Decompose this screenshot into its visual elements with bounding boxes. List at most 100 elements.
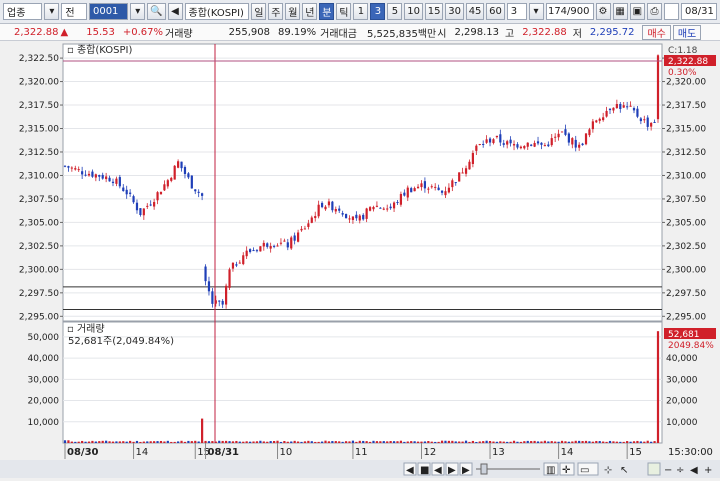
candle-body xyxy=(269,246,272,249)
interval-button-10[interactable]: 10 xyxy=(404,3,423,20)
interval-button-45[interactable]: 45 xyxy=(465,3,485,20)
volume-bar xyxy=(115,441,118,443)
candle-body xyxy=(276,245,279,247)
candle-body xyxy=(87,173,91,176)
volume-bar xyxy=(530,441,533,443)
tool-icon[interactable]: ⊹ xyxy=(604,465,612,476)
current-price: 2,322.88 xyxy=(14,26,59,38)
volume-bar xyxy=(286,441,289,443)
scroll-track[interactable] xyxy=(0,460,418,478)
candle-body xyxy=(101,174,104,179)
candle-body xyxy=(300,228,303,231)
volume-bar xyxy=(245,441,248,443)
zoom-slider-handle[interactable] xyxy=(480,463,488,475)
price-panel[interactable] xyxy=(62,43,663,322)
candle-body xyxy=(334,208,337,212)
chart-area[interactable]: 2,322.50 2,320.00 2,320.00 2,317.50 2,317.50… xyxy=(0,41,720,478)
interval-button-60[interactable]: 60 xyxy=(486,3,505,20)
interval-button-3[interactable]: 3 xyxy=(370,3,386,20)
volume-bar xyxy=(410,441,413,443)
interval-input[interactable]: 3 xyxy=(506,3,527,20)
market-select[interactable]: 업종 xyxy=(3,3,43,20)
candle-body xyxy=(135,202,139,211)
type-select[interactable]: 전 xyxy=(61,3,87,20)
chart-svg[interactable]: 2,322.50 2,320.00 2,320.00 2,317.50 2,317.50… xyxy=(0,41,720,478)
volume-tick-label-right: 20,000 xyxy=(666,397,698,407)
volume-bar xyxy=(177,441,180,443)
candle-body xyxy=(166,180,169,187)
settings-icon[interactable]: ⚙ xyxy=(595,3,611,20)
amount-value: 5,525,835백만 xyxy=(366,28,437,40)
search-icon[interactable]: 🔍 xyxy=(147,3,166,20)
volume-bar xyxy=(283,441,286,443)
last-price-label: 2,322.88 xyxy=(668,57,708,67)
color-button[interactable] xyxy=(647,462,661,476)
candle-body xyxy=(290,237,293,249)
volume-bar xyxy=(571,441,574,443)
volume-bar xyxy=(478,441,481,443)
period-tab-tick[interactable]: 틱 xyxy=(336,3,352,20)
volume-bar xyxy=(334,441,337,443)
open-value: 2,298.13 xyxy=(454,26,499,38)
period-tab-year[interactable]: 년 xyxy=(302,3,318,20)
volume-bar xyxy=(471,440,475,443)
candle-body xyxy=(619,103,622,110)
volume-bar xyxy=(122,441,125,443)
volume-bar xyxy=(427,441,430,443)
zoom-out-icon[interactable]: − xyxy=(664,465,672,476)
candle-body xyxy=(471,152,475,164)
volume-bar xyxy=(574,440,577,443)
volume-bar xyxy=(211,441,214,443)
candle-body xyxy=(543,145,546,147)
market-dropdown-icon[interactable]: ▾ xyxy=(44,3,60,20)
interval-button-5[interactable]: 5 xyxy=(387,3,403,20)
last-change-label: 0.30% xyxy=(668,68,697,78)
volume-bar xyxy=(314,441,317,443)
volume-bar xyxy=(248,441,252,443)
candle-body xyxy=(646,117,649,127)
candle-body xyxy=(612,107,615,111)
period-tab-month[interactable]: 월 xyxy=(285,3,301,20)
volume-bar xyxy=(101,440,104,443)
checkbox[interactable] xyxy=(664,3,679,20)
interval-dropdown-icon[interactable]: ▾ xyxy=(528,3,544,20)
code-input[interactable]: 0001 xyxy=(88,3,129,20)
zoom-reset-icon[interactable]: ÷ xyxy=(676,465,684,476)
price-change-pct: +0.67% xyxy=(122,26,164,38)
zoom-in-icon[interactable]: + xyxy=(704,465,712,476)
buy-button[interactable]: 매수 xyxy=(642,24,671,40)
candle-body xyxy=(355,214,358,219)
interval-button-15[interactable]: 15 xyxy=(424,3,444,20)
low-label: 저 xyxy=(572,28,582,40)
candle-body xyxy=(447,187,451,193)
candle-body xyxy=(506,141,509,145)
volume-bar xyxy=(201,418,204,443)
period-tab-week[interactable]: 주 xyxy=(268,3,284,20)
volume-bar xyxy=(70,441,73,443)
candle-body xyxy=(187,173,190,178)
count-field[interactable]: 174/900 xyxy=(545,3,594,20)
code-dropdown-icon[interactable]: ▾ xyxy=(130,3,146,20)
candle-body xyxy=(581,143,584,146)
candle-body xyxy=(605,110,608,117)
period-tab-day[interactable]: 일 xyxy=(251,3,267,20)
cursor-icon[interactable]: ↖ xyxy=(620,465,628,476)
speaker-icon[interactable]: ◀ xyxy=(167,3,183,20)
print-icon[interactable]: ⎙ xyxy=(647,3,662,20)
scroll-left-icon[interactable]: ◀ xyxy=(690,465,698,476)
volume-tick-label: 20,000 xyxy=(28,397,60,407)
nav-prev-icon: ◀ xyxy=(434,465,442,476)
interval-button-1[interactable]: 1 xyxy=(353,3,369,20)
candle-body xyxy=(221,300,224,305)
interval-button-30[interactable]: 30 xyxy=(445,3,464,20)
sell-button[interactable]: 매도 xyxy=(672,24,702,40)
price-tick-label: 2,315.00 xyxy=(19,125,59,135)
volume-bar xyxy=(622,441,625,443)
time-tick-label: 15 xyxy=(629,447,642,458)
date-field[interactable]: 08/31 xyxy=(681,3,717,20)
volume-bar xyxy=(653,441,656,443)
period-tab-minute[interactable]: 분 xyxy=(319,3,335,20)
price-tick-label: 2,302.50 xyxy=(19,242,59,252)
save-icon[interactable]: ▣ xyxy=(629,3,645,20)
grid-icon[interactable]: ▦ xyxy=(612,3,628,20)
